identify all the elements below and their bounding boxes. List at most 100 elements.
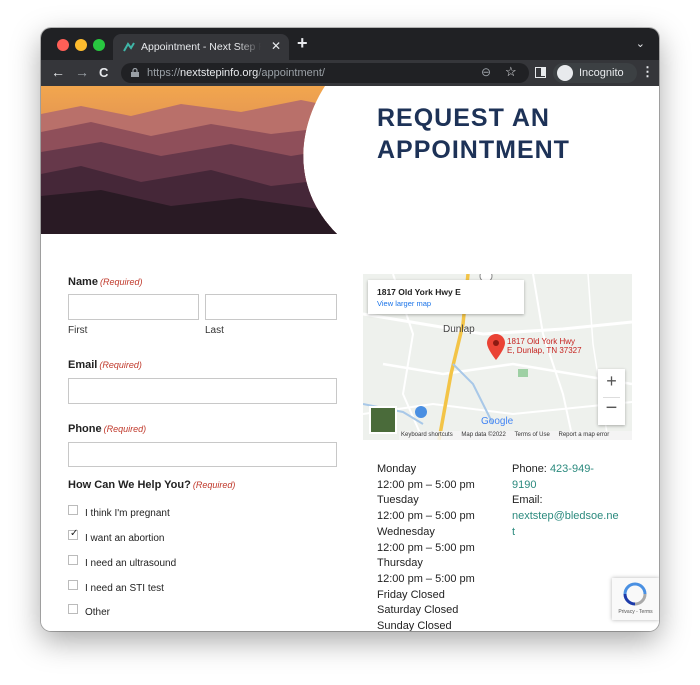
mountain-hero-image — [41, 86, 337, 234]
report-error-link[interactable]: Report a map error — [559, 432, 610, 438]
email-input[interactable] — [68, 378, 337, 404]
option-label: I need an STI test — [85, 583, 164, 594]
required-indicator: (Required) — [192, 480, 236, 490]
hours-line: 12:00 pm – 5:00 pm — [377, 541, 475, 554]
map-data-text: Map data ©2022 — [461, 432, 506, 438]
email-label: Email: — [512, 494, 543, 507]
option-label: Other — [85, 607, 111, 618]
last-name-sublabel: Last — [205, 325, 224, 336]
pin-label-line1: 1817 Old York Hwy — [507, 337, 576, 346]
phone-label-text: Phone — [68, 423, 102, 435]
map-town-label: Dunlap — [443, 324, 475, 335]
name-label: Name (Required) — [68, 276, 143, 288]
phone-label: Phone: — [512, 463, 547, 475]
url-text: https://nextstepinfo.org/appointment/ — [147, 67, 325, 79]
url-scheme: https:// — [147, 67, 181, 79]
checkbox[interactable] — [68, 505, 78, 515]
side-panel-icon[interactable] — [535, 67, 546, 78]
help-label-text: How Can We Help You? — [68, 479, 191, 491]
map-pin-icon[interactable] — [487, 334, 505, 360]
first-name-input[interactable] — [68, 294, 199, 320]
hours-line: Wednesday — [377, 525, 435, 538]
tab-title: Appointment - Next Step Resource — [141, 41, 261, 53]
arrow-left-icon[interactable]: ← — [51, 64, 65, 80]
checkbox[interactable] — [68, 604, 78, 614]
required-indicator: (Required) — [99, 277, 143, 287]
page-viewport: REQUEST AN APPOINTMENT Name (Required) Fi… — [41, 86, 659, 631]
hours-line: 12:00 pm – 5:00 pm — [377, 510, 475, 523]
email-link-continued[interactable]: t — [512, 525, 622, 541]
checkbox[interactable] — [68, 580, 78, 590]
address-bar[interactable]: https://nextstepinfo.org/appointment/ — [121, 63, 529, 83]
check-icon: ✓ — [70, 528, 79, 539]
email-label-text: Email — [68, 359, 98, 371]
map-card-title: 1817 Old York Hwy E — [377, 287, 461, 297]
title-bar: Appointment - Next Step Resource ✕ + ⌄ — [41, 28, 659, 60]
lock-icon — [131, 68, 139, 77]
kebab-menu-icon[interactable]: ⋮ — [641, 64, 654, 80]
star-icon[interactable]: ☆ — [505, 64, 517, 80]
hours-line: Friday Closed — [377, 588, 445, 601]
satellite-toggle[interactable] — [369, 406, 397, 434]
required-indicator: (Required) — [99, 360, 142, 370]
page-title-line2: APPOINTMENT — [377, 136, 570, 164]
option-label: I think I'm pregnant — [85, 508, 170, 519]
minimize-window-button[interactable] — [75, 39, 87, 51]
help-label: How Can We Help You? (Required) — [68, 479, 235, 491]
option-label: I need an ultrasound — [85, 558, 177, 569]
zoom-in-button[interactable]: + — [598, 371, 625, 392]
phone-label: Phone (Required) — [68, 423, 146, 435]
recaptcha-badge[interactable]: Privacy - Terms — [612, 578, 659, 620]
zoom-out-button[interactable]: − — [598, 398, 625, 418]
hours-line: Thursday — [377, 557, 423, 570]
incognito-icon — [557, 65, 573, 81]
hours-line: Tuesday — [377, 494, 419, 507]
url-host: nextstepinfo.org — [180, 67, 259, 79]
tab-close-icon[interactable]: ✕ — [271, 39, 281, 53]
name-label-text: Name — [68, 276, 98, 288]
email-label: Email (Required) — [68, 359, 142, 371]
page-title: REQUEST AN APPOINTMENT — [377, 102, 607, 166]
site-favicon-icon — [123, 42, 135, 52]
contact-info: Phone: 423-949- 9190 Email: nextstep@ble… — [512, 462, 622, 541]
incognito-label: Incognito — [579, 67, 624, 79]
reload-icon[interactable]: C — [99, 65, 108, 80]
zoom-icon[interactable]: ⊖ — [481, 65, 491, 79]
hours-line: Sunday Closed — [377, 620, 452, 631]
hours-line: Monday — [377, 463, 417, 475]
last-name-input[interactable] — [205, 294, 337, 320]
email-link[interactable]: nextstep@bledsoe.ne — [512, 509, 622, 525]
pin-label-line2: E, Dunlap, TN 37327 — [507, 346, 582, 355]
close-window-button[interactable] — [57, 39, 69, 51]
hours-line: 12:00 pm – 5:00 pm — [377, 478, 475, 491]
phone-input[interactable] — [68, 442, 337, 467]
checkbox-checked[interactable]: ✓ — [68, 528, 79, 540]
browser-tab[interactable]: Appointment - Next Step Resource ✕ — [113, 34, 289, 60]
url-path: /appointment/ — [258, 67, 325, 79]
phone-link[interactable]: 423-949- — [550, 463, 594, 475]
embedded-map[interactable]: 1817 Old York Hwy E View larger map Dunl… — [363, 274, 632, 440]
required-indicator: (Required) — [103, 424, 147, 434]
map-info-card: 1817 Old York Hwy E View larger map — [368, 280, 524, 314]
tab-search-chevron-icon[interactable]: ⌄ — [636, 37, 645, 50]
maximize-window-button[interactable] — [93, 39, 105, 51]
checkbox[interactable] — [68, 555, 78, 565]
keyboard-shortcuts-link[interactable]: Keyboard shortcuts — [401, 432, 453, 438]
office-hours: Monday 12:00 pm – 5:00 pm Tuesday 12:00 … — [377, 462, 507, 631]
hours-line: Saturday Closed — [377, 604, 459, 617]
google-logo: Google — [481, 416, 514, 427]
map-zoom-controls: + − — [598, 369, 625, 425]
new-tab-button[interactable]: + — [297, 33, 308, 54]
terms-link[interactable]: Terms of Use — [515, 432, 550, 438]
map-pin-label: 1817 Old York Hwy E, Dunlap, TN 37327 — [507, 337, 607, 355]
view-larger-map-link[interactable]: View larger map — [377, 299, 431, 308]
incognito-indicator[interactable]: Incognito — [553, 63, 637, 83]
phone-line: Phone: 423-949- — [512, 462, 622, 478]
hours-line: 12:00 pm – 5:00 pm — [377, 572, 475, 585]
arrow-right-icon[interactable]: → — [75, 64, 89, 80]
page-title-line1: REQUEST AN — [377, 104, 550, 132]
phone-link-continued[interactable]: 9190 — [512, 478, 622, 494]
option-label: I want an abortion — [85, 533, 165, 544]
browser-window: Appointment - Next Step Resource ✕ + ⌄ ←… — [41, 28, 659, 631]
recaptcha-text: Privacy - Terms — [618, 609, 653, 615]
